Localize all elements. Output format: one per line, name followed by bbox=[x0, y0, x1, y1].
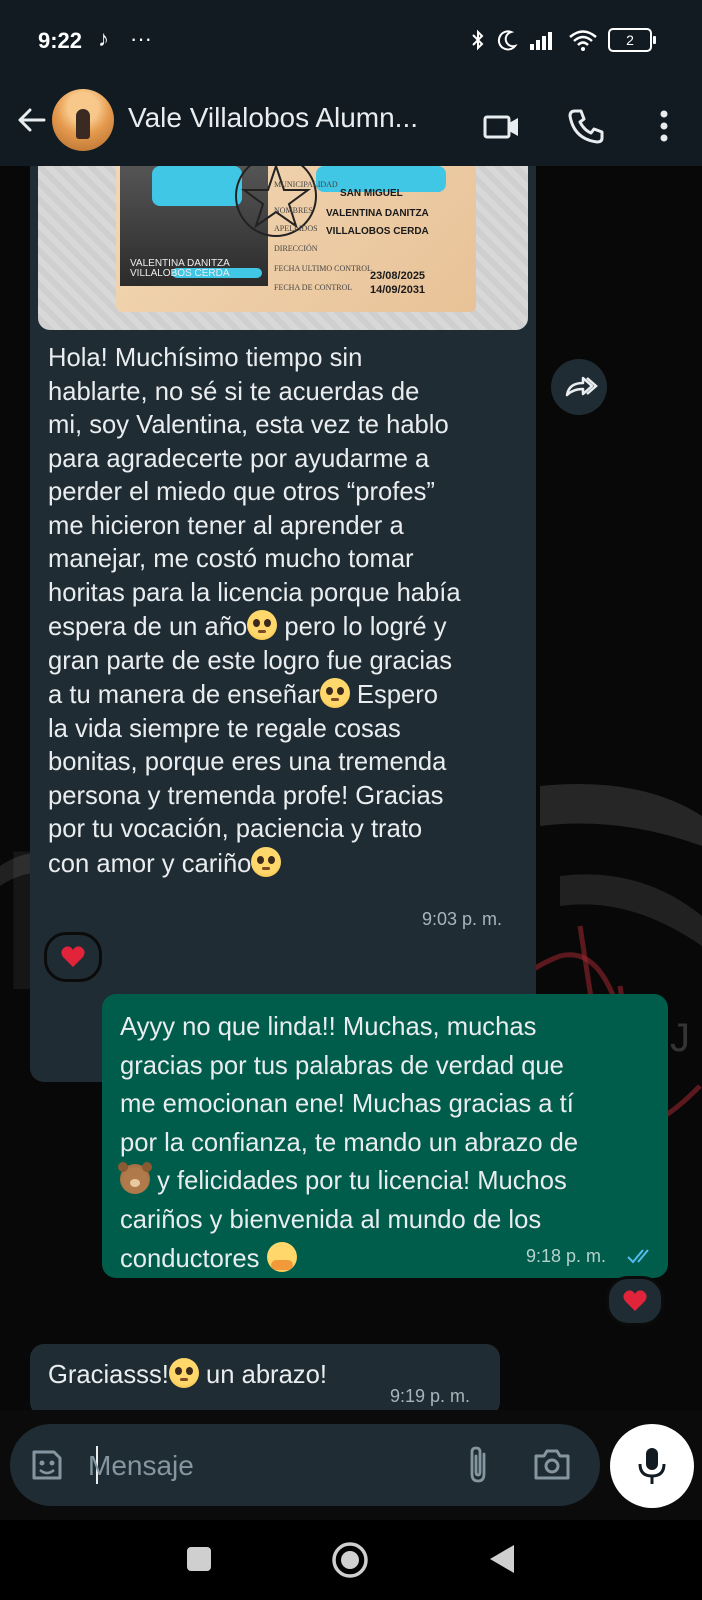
heart-icon bbox=[623, 1290, 647, 1311]
license-text: SAN MIGUEL bbox=[340, 188, 403, 199]
chat-area[interactable]: Mane SES J MUNICIPALIDAD NOMBRES APELLID… bbox=[0, 166, 702, 1410]
message-line: Ayyy no que linda!! Muchas, muchas bbox=[120, 1013, 537, 1041]
mic-button[interactable] bbox=[610, 1424, 694, 1508]
pleading-face-emoji bbox=[251, 846, 282, 877]
bear-emoji bbox=[118, 1162, 150, 1195]
license-photo[interactable]: MUNICIPALIDAD NOMBRES APELLIDOS DIRECCIÓ… bbox=[38, 166, 528, 330]
tiktok-icon: ♪ bbox=[98, 26, 109, 51]
reaction-badge[interactable] bbox=[606, 1276, 664, 1326]
phone-call-icon[interactable] bbox=[566, 106, 606, 146]
moon-icon bbox=[497, 30, 518, 51]
message-line: persona y tremenda profe! Gracias bbox=[48, 781, 444, 810]
home-icon[interactable] bbox=[330, 1540, 370, 1580]
message-text-span: pero lo logré y bbox=[277, 613, 447, 641]
message-line: a tu manera de enseñar Espero bbox=[48, 678, 518, 713]
license-photo-caption: VILLALOBOS CERDA bbox=[130, 268, 230, 279]
wifi-icon bbox=[569, 30, 597, 51]
message-line: la vida siempre te regale cosas bbox=[48, 714, 401, 743]
forward-button[interactable] bbox=[551, 359, 607, 415]
sticker-icon[interactable] bbox=[28, 1446, 66, 1484]
license-text: VALENTINA DANITZA bbox=[326, 208, 429, 219]
license-field-label: DIRECCIÓN bbox=[274, 244, 318, 253]
license-field-label: APELLIDOS bbox=[274, 224, 318, 233]
wallpaper-text: J bbox=[670, 1016, 690, 1060]
message-line: manejar, me costó mucho tomar bbox=[48, 545, 414, 573]
message-composer bbox=[10, 1424, 600, 1506]
license-date: 23/08/2025 bbox=[370, 270, 426, 282]
message-bubble-outgoing[interactable]: Ayyy no que linda!! Muchas, muchas graci… bbox=[102, 994, 668, 1278]
message-text-span: conductores bbox=[120, 1244, 267, 1273]
license-field-label: FECHA ULTIMO CONTROL bbox=[274, 264, 372, 273]
status-icons: 2 bbox=[470, 28, 656, 52]
message-text-span: Graciasss! bbox=[48, 1361, 169, 1389]
message-text-span: espera de un año bbox=[48, 613, 248, 641]
status-bar: 9:22 ♪ ··· 2 bbox=[0, 0, 702, 84]
video-call-icon[interactable] bbox=[482, 106, 522, 146]
license-field-label: FECHA DE CONTROL bbox=[274, 283, 353, 292]
mic-icon bbox=[638, 1448, 666, 1484]
license-field-label: NOMBRES bbox=[274, 206, 313, 215]
pleading-face-emoji bbox=[319, 678, 350, 708]
bluetooth-icon bbox=[472, 29, 484, 51]
message-text-span: y felicidades por tu licencia! Muchos bbox=[150, 1167, 567, 1196]
message-line: cariños y bienvenida al mundo de los bbox=[120, 1205, 542, 1234]
message-time: 9:18 p. m. bbox=[526, 1246, 607, 1266]
back-arrow-icon[interactable] bbox=[14, 102, 50, 138]
message-time: 9:03 p. m. bbox=[422, 909, 503, 929]
message-line: por la confianza, te mando un abrazo de bbox=[120, 1128, 579, 1157]
message-line: mi, soy Valentina, esta vez te hablo bbox=[48, 411, 449, 439]
message-text-span: Espero bbox=[349, 681, 438, 709]
message-line: horitas para la licencia porque había bbox=[48, 578, 461, 607]
message-text: Graciasss! un abrazo! bbox=[48, 1358, 327, 1393]
attach-icon[interactable] bbox=[464, 1444, 494, 1486]
reaction-badge[interactable] bbox=[44, 932, 102, 982]
message-line: gracias por tus palabras de verdad que bbox=[120, 1051, 564, 1080]
battery-icon: 2 bbox=[608, 28, 656, 52]
message-line: me emocionan ene! Muchas gracias a tí bbox=[120, 1090, 574, 1119]
overflow-menu-icon[interactable] bbox=[644, 106, 684, 146]
message-text: Hola! Muchísimo tiempo sin hablarte, no … bbox=[48, 342, 518, 881]
pleading-face-emoji bbox=[247, 610, 278, 640]
license-card: MUNICIPALIDAD NOMBRES APELLIDOS DIRECCIÓ… bbox=[116, 166, 476, 312]
signal-icon bbox=[530, 32, 552, 50]
message-time: 9:19 p. m. bbox=[390, 1386, 471, 1406]
message-bubble-incoming[interactable]: Graciasss! un abrazo! 9:19 p. m. bbox=[30, 1344, 500, 1410]
license-date: 14/09/2031 bbox=[370, 284, 426, 296]
recents-icon[interactable] bbox=[184, 1544, 214, 1574]
message-text-span: con amor y cariño bbox=[48, 849, 252, 878]
message-line: gran parte de este logro fue gracias bbox=[48, 646, 453, 675]
license-text: VILLALOBOS CERDA bbox=[326, 226, 429, 237]
chat-header: Vale Villalobos Alumn... bbox=[0, 84, 702, 167]
status-time: 9:22 bbox=[38, 28, 83, 53]
message-line: y felicidades por tu licencia! Muchos bbox=[118, 1162, 660, 1201]
heart-icon bbox=[61, 946, 85, 967]
avatar[interactable] bbox=[52, 89, 114, 151]
back-icon[interactable] bbox=[486, 1542, 518, 1576]
message-input[interactable] bbox=[86, 1444, 460, 1488]
message-line: por tu vocación, paciencia y trato bbox=[48, 815, 423, 843]
more-icon: ··· bbox=[130, 26, 152, 51]
message-text-span: a tu manera de enseñar bbox=[48, 681, 320, 709]
message-line: perder el miedo que otros “profes” bbox=[48, 478, 435, 506]
message-line: me hicieron tener al aprender a bbox=[48, 511, 404, 540]
message-line: bonitas, porque eres una tremenda bbox=[48, 748, 447, 776]
license-field-label: MUNICIPALIDAD bbox=[274, 180, 338, 189]
read-receipt-icon bbox=[627, 1249, 649, 1264]
message-text-span: un abrazo! bbox=[198, 1361, 327, 1389]
message-text: Ayyy no que linda!! Muchas, muchas graci… bbox=[118, 1008, 660, 1278]
message-line: espera de un año pero lo logré y bbox=[48, 610, 518, 645]
contact-name[interactable]: Vale Villalobos Alumn... bbox=[128, 102, 418, 134]
message-line: para agradecerte por ayudarme a bbox=[48, 444, 430, 473]
pleading-face-emoji bbox=[168, 1358, 199, 1388]
message-line: con amor y cariño bbox=[48, 846, 518, 882]
message-line: hablarte, no sé si te acuerdas de bbox=[48, 377, 420, 406]
camera-icon[interactable] bbox=[532, 1446, 572, 1484]
hugging-face-emoji bbox=[266, 1241, 297, 1272]
system-nav-bar bbox=[0, 1520, 702, 1600]
message-line: Hola! Muchísimo tiempo sin bbox=[48, 344, 363, 372]
forward-icon bbox=[565, 376, 598, 397]
